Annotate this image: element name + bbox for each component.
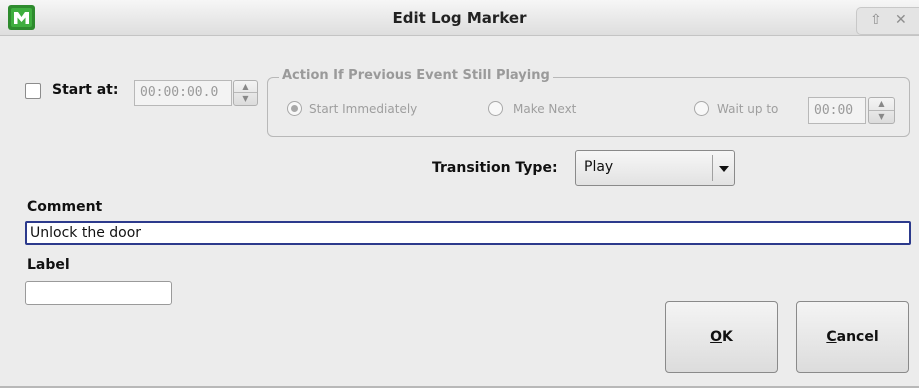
start-time-value: 00:00:00.0 (140, 85, 219, 100)
cancel-rest: ancel (836, 329, 879, 345)
title-controls: ⇧ ✕ (856, 7, 919, 35)
start-immediately-label: Start Immediately (309, 102, 418, 116)
start-time-spinner[interactable]: ▲ ▼ (233, 80, 258, 106)
ok-button[interactable]: OK (665, 301, 778, 373)
spin-down-icon[interactable]: ▼ (869, 111, 894, 124)
title-bar: Edit Log Marker ⇧ ✕ (0, 0, 919, 36)
comment-label: Comment (27, 199, 103, 215)
cancel-button[interactable]: Cancel (796, 301, 909, 373)
ok-accel: O (710, 329, 723, 345)
spin-up-icon[interactable]: ▲ (234, 81, 257, 93)
make-next-radio[interactable] (488, 101, 503, 116)
transition-type-select[interactable]: Play (575, 150, 735, 186)
wait-time-spinner[interactable]: ▲ ▼ (868, 97, 895, 124)
spin-down-icon[interactable]: ▼ (234, 93, 257, 105)
start-at-checkbox[interactable] (25, 83, 41, 99)
transition-type-label: Transition Type: (432, 160, 558, 176)
spin-up-icon[interactable]: ▲ (869, 98, 894, 111)
dropdown-separator (712, 155, 713, 181)
action-group-title: Action If Previous Event Still Playing (279, 68, 553, 83)
wait-up-to-label: Wait up to (717, 102, 779, 116)
dropdown-arrow-icon[interactable] (719, 166, 729, 172)
transition-type-value: Play (584, 159, 614, 175)
label-label: Label (27, 257, 70, 273)
start-at-label: Start at: (52, 82, 119, 98)
label-input[interactable] (25, 281, 172, 305)
wait-time-value: 00:00 (814, 103, 854, 118)
wait-up-to-radio[interactable] (694, 101, 709, 116)
ok-rest: K (722, 329, 733, 345)
comment-input[interactable]: Unlock the door (25, 221, 911, 245)
wait-time-field[interactable]: 00:00 (808, 97, 866, 124)
make-next-label: Make Next (513, 102, 577, 116)
shade-icon[interactable]: ⇧ (870, 12, 882, 28)
close-icon[interactable]: ✕ (895, 12, 907, 28)
start-immediately-radio[interactable] (287, 101, 302, 116)
cancel-accel: C (826, 329, 837, 345)
start-time-field[interactable]: 00:00:00.0 (134, 80, 232, 106)
window-title: Edit Log Marker (392, 9, 527, 27)
